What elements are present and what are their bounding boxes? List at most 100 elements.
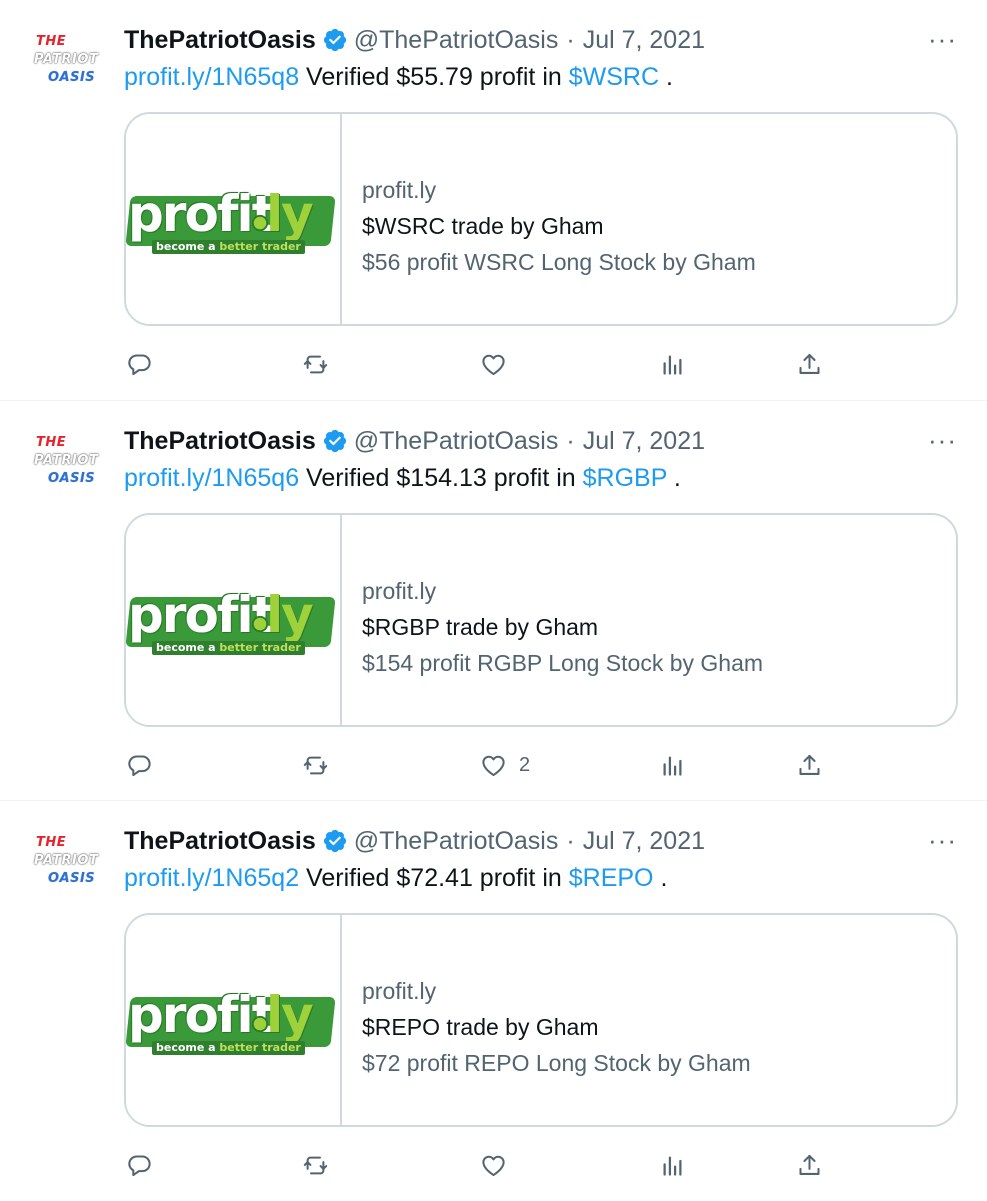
card-title: $RGBP trade by Gham <box>362 614 599 640</box>
more-horizontal-icon[interactable]: ··· <box>928 24 957 54</box>
logo-ly: ly <box>266 586 314 644</box>
reply-icon <box>128 1154 151 1176</box>
cashtag-link[interactable]: $WSRC <box>569 63 659 91</box>
card-image[interactable]: profit ly become a better trader <box>126 515 342 725</box>
reply-icon <box>128 353 151 375</box>
card-title: $REPO trade by Gham <box>362 1014 599 1040</box>
tweet-text-body: Verified $72.41 profit in <box>299 864 569 892</box>
heart-icon <box>482 1155 505 1176</box>
card-domain: profit.ly <box>362 177 437 203</box>
avatar-text-line: THE <box>36 435 67 450</box>
profitly-logo: profit ly become a better trader <box>126 586 338 657</box>
logo-tagline-b: better trader <box>219 641 301 654</box>
card-domain: profit.ly <box>362 978 437 1004</box>
author-name[interactable]: ThePatriotOasis <box>124 26 316 55</box>
author-name[interactable]: ThePatriotOasis <box>124 427 316 456</box>
views-button[interactable] <box>659 1151 686 1179</box>
tweet-text-end: . <box>659 63 673 91</box>
avatar-text-line: PATRIOT <box>34 853 99 868</box>
tweet[interactable]: THE PATRIOT OASIS ThePatriotOasis @ThePa… <box>0 0 987 400</box>
tweet-text-body: Verified $55.79 profit in <box>299 63 569 91</box>
profitly-logo: profit ly become a better trader <box>126 185 338 256</box>
views-button[interactable] <box>659 751 686 779</box>
card-body: profit.ly $RGBP trade by Gham $154 profi… <box>362 573 946 681</box>
retweet-button[interactable] <box>302 751 329 779</box>
link-preview-card[interactable]: profit ly become a better trader profit.… <box>124 513 958 727</box>
tweet[interactable]: THE PATRIOT OASIS ThePatriotOasis @ThePa… <box>0 401 987 801</box>
author-handle[interactable]: @ThePatriotOasis <box>354 827 559 856</box>
reply-button[interactable] <box>126 350 153 378</box>
more-horizontal-icon[interactable]: ··· <box>928 825 957 855</box>
link-preview-card[interactable]: profit ly become a better trader profit.… <box>124 112 958 326</box>
cashtag-link[interactable]: $REPO <box>569 864 654 892</box>
logo-tagline-a: become a <box>156 641 220 654</box>
tweet[interactable]: THE PATRIOT OASIS ThePatriotOasis @ThePa… <box>0 801 987 1201</box>
avatar-text-line: PATRIOT <box>34 52 99 67</box>
views-button[interactable] <box>659 350 686 378</box>
tweet-link[interactable]: profit.ly/1N65q2 <box>124 864 299 892</box>
tweet-date[interactable]: Jul 7, 2021 <box>583 26 705 55</box>
tweet-header: ThePatriotOasis @ThePatriotOasis · Jul 7… <box>124 22 705 58</box>
logo-tagline-a: become a <box>156 1041 220 1054</box>
tweet-link[interactable]: profit.ly/1N65q8 <box>124 63 299 91</box>
like-button[interactable] <box>480 350 519 378</box>
card-title: $WSRC trade by Gham <box>362 213 604 239</box>
tweet-date[interactable]: Jul 7, 2021 <box>583 827 705 856</box>
link-preview-card[interactable]: profit ly become a better trader profit.… <box>124 913 958 1127</box>
heart-icon <box>482 354 505 375</box>
separator-dot: · <box>566 826 575 855</box>
views-icon <box>663 756 682 776</box>
share-button[interactable] <box>796 350 823 378</box>
card-body: profit.ly $REPO trade by Gham $72 profit… <box>362 973 946 1081</box>
avatar[interactable]: THE PATRIOT OASIS <box>26 28 98 100</box>
author-handle[interactable]: @ThePatriotOasis <box>354 26 559 55</box>
reply-button[interactable] <box>126 751 153 779</box>
separator-dot: · <box>566 25 575 54</box>
logo-tagline-b: better trader <box>219 240 301 253</box>
tweet-link[interactable]: profit.ly/1N65q6 <box>124 464 299 492</box>
card-description: $154 profit RGBP Long Stock by Gham <box>362 650 764 676</box>
cashtag-link[interactable]: $RGBP <box>583 464 667 492</box>
logo-tagline-b: better trader <box>219 1041 301 1054</box>
retweet-icon <box>303 355 328 373</box>
like-button[interactable] <box>480 1151 519 1179</box>
tweet-actions <box>126 1151 836 1181</box>
avatar-text-line: OASIS <box>48 871 96 886</box>
retweet-button[interactable] <box>302 350 329 378</box>
share-button[interactable] <box>796 751 823 779</box>
logo-ly: ly <box>266 185 314 243</box>
tweet-text-end: . <box>666 464 681 492</box>
avatar[interactable]: THE PATRIOT OASIS <box>26 829 98 901</box>
tweet-text: profit.ly/1N65q6 Verified $154.13 profit… <box>124 461 681 495</box>
more-horizontal-icon[interactable]: ··· <box>928 425 957 455</box>
avatar-text-line: THE <box>36 34 67 49</box>
author-handle[interactable]: @ThePatriotOasis <box>354 427 559 456</box>
like-button[interactable]: 2 <box>480 751 530 779</box>
share-icon <box>799 754 820 775</box>
author-name[interactable]: ThePatriotOasis <box>124 827 316 856</box>
verified-badge-icon <box>323 28 346 52</box>
like-count: 2 <box>519 753 531 776</box>
retweet-button[interactable] <box>302 1151 329 1179</box>
avatar-text-line: THE <box>36 835 67 850</box>
card-image[interactable]: profit ly become a better trader <box>126 915 342 1125</box>
views-icon <box>663 1156 682 1176</box>
reply-icon <box>128 754 151 776</box>
tweet-text-body: Verified $154.13 profit in <box>299 464 583 492</box>
card-description: $72 profit REPO Long Stock by Gham <box>362 1050 751 1076</box>
timeline-feed: THE PATRIOT OASIS ThePatriotOasis @ThePa… <box>0 0 987 1200</box>
tweet-date[interactable]: Jul 7, 2021 <box>583 427 705 456</box>
reply-button[interactable] <box>126 1151 153 1179</box>
share-icon <box>799 1154 820 1175</box>
logo-ly: ly <box>266 986 314 1044</box>
card-description: $56 profit WSRC Long Stock by Gham <box>362 249 756 275</box>
avatar-text-line: OASIS <box>48 70 96 85</box>
card-image[interactable]: profit ly become a better trader <box>126 114 342 324</box>
avatar[interactable]: THE PATRIOT OASIS <box>26 429 98 501</box>
logo-tagline: become a better trader <box>152 240 305 254</box>
tweet-header: ThePatriotOasis @ThePatriotOasis · Jul 7… <box>124 823 705 859</box>
verified-badge-icon <box>323 829 346 853</box>
share-button[interactable] <box>796 1151 823 1179</box>
views-icon <box>663 355 682 375</box>
tweet-text: profit.ly/1N65q8 Verified $55.79 profit … <box>124 60 673 94</box>
